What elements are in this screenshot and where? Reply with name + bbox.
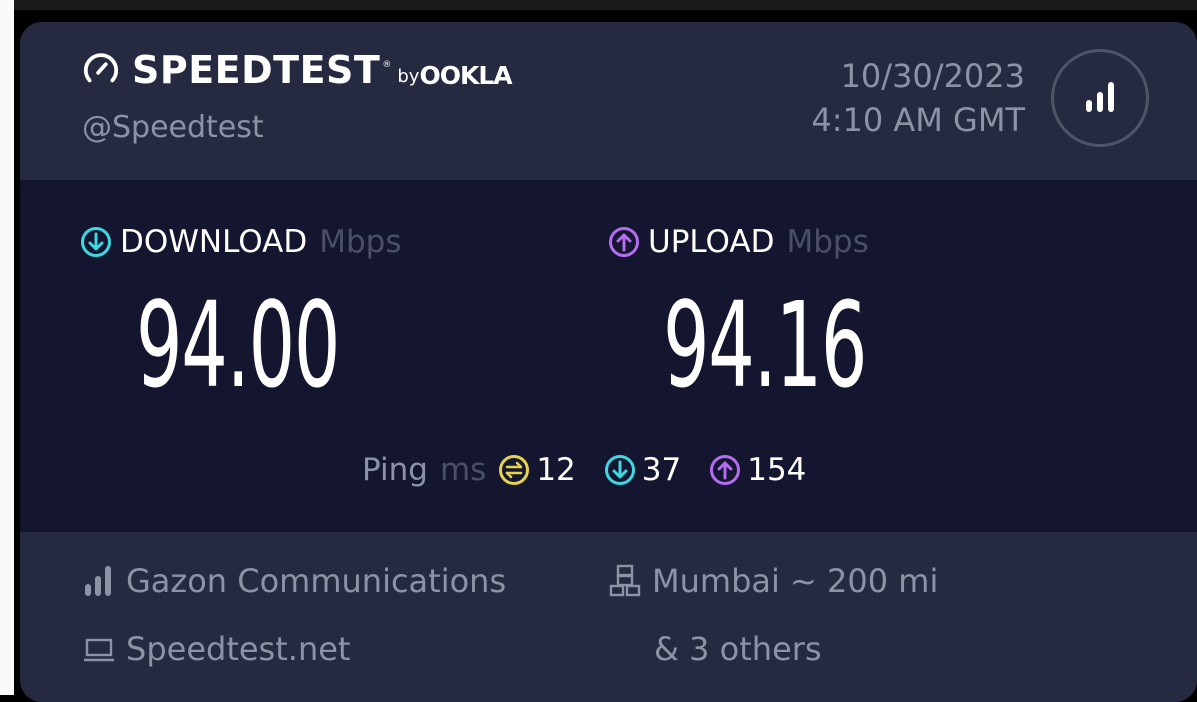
test-date: 10/30/2023 [840,57,1025,95]
trademark-mark: ® [382,60,392,70]
ping-unit: ms [439,452,487,488]
upload-arrow-icon [609,227,639,257]
speedtest-result-card: SPEEDTEST ® by OOKLA @Speedtest 10/30/20… [20,22,1197,702]
speedtest-logo: SPEEDTEST ® by OOKLA [82,48,513,92]
ping-download: 37 [604,452,681,488]
brand-name: SPEEDTEST [132,48,381,92]
download-unit: Mbps [319,224,402,260]
test-time: 4:10 AM GMT [811,101,1025,139]
signal-button[interactable] [1051,49,1149,147]
twitter-handle[interactable]: @Speedtest [82,110,264,145]
signal-bars-icon [1086,82,1114,112]
brand-ookla: OOKLA [419,61,512,90]
window-left-edge [0,0,14,695]
ping-idle: 12 [498,452,576,488]
upload-header: UPLOAD Mbps [608,224,869,260]
upload-unit: Mbps [786,224,869,260]
card-header: SPEEDTEST ® by OOKLA @Speedtest 10/30/20… [20,22,1197,180]
server-others: & 3 others [654,630,822,668]
ping-idle-value: 12 [536,452,576,488]
server-extra[interactable]: & 3 others [654,630,822,668]
download-latency-icon [604,455,635,485]
results-panel: DOWNLOAD Mbps 94.00 UPLOAD Mbps 94.16 Pi… [20,180,1197,532]
card-footer: Gazon Communications Mumbai ~ 200 mi Spe… [20,532,1197,702]
window-top-edge [0,0,1197,10]
ping-row: Ping ms 12 37 154 [362,452,834,488]
download-label: DOWNLOAD [120,224,308,260]
host-row[interactable]: Speedtest.net [82,630,350,668]
download-arrow-icon [81,227,111,257]
ping-label: Ping [362,452,428,488]
laptop-icon [84,638,114,662]
brand-by: by [397,66,420,87]
download-value: 94.00 [136,276,340,414]
ping-download-value: 37 [641,452,682,488]
isp-row[interactable]: Gazon Communications [82,562,506,600]
server-location: Mumbai ~ 200 mi [652,562,939,600]
test-datetime: 10/30/2023 4:10 AM GMT [811,54,1025,142]
speedometer-icon [83,53,119,83]
isp-name: Gazon Communications [126,562,507,600]
upload-label: UPLOAD [648,224,775,260]
upload-latency-icon [710,455,741,485]
download-header: DOWNLOAD Mbps [80,224,401,260]
upload-value: 94.16 [663,276,867,414]
signal-bars-icon [85,566,111,596]
host-name: Speedtest.net [126,630,351,668]
ping-upload: 154 [709,452,806,488]
server-icon [609,564,641,597]
server-row[interactable]: Mumbai ~ 200 mi [608,562,938,600]
ping-upload-value: 154 [747,452,807,488]
idle-latency-icon [499,455,530,485]
